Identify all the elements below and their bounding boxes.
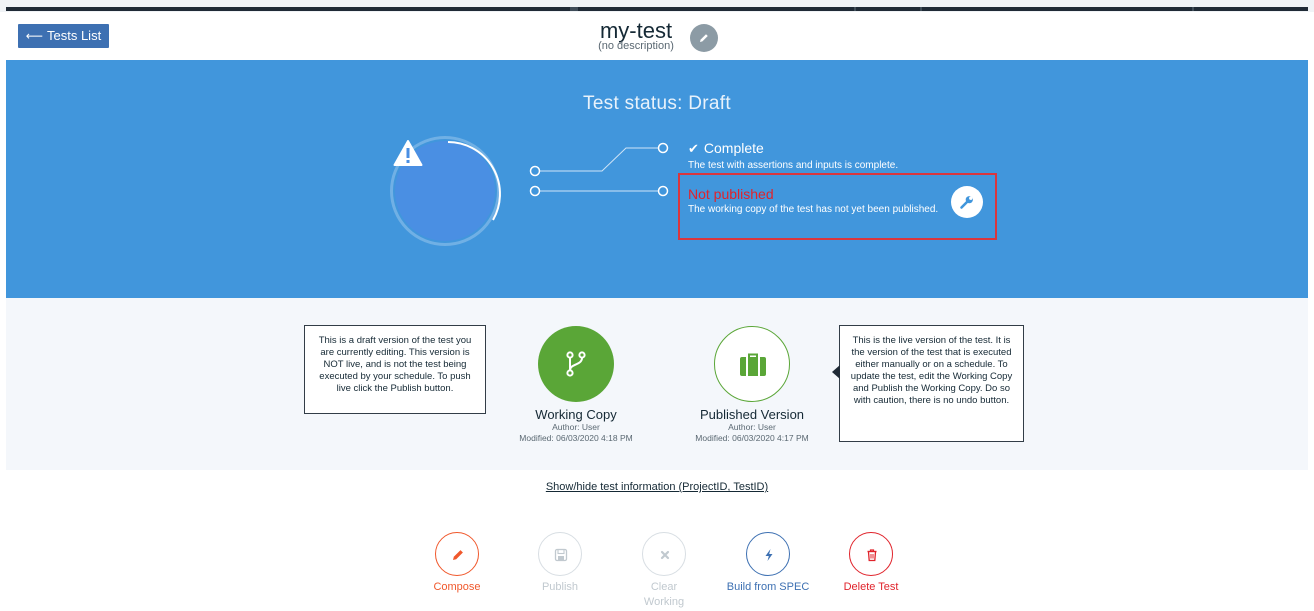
test-info-toggle: Show/hide test information (ProjectID, T… — [6, 481, 1308, 493]
checkmark-icon: ✔ — [688, 142, 699, 157]
save-icon — [554, 548, 568, 562]
published-version-meta: Author: User Modified: 06/03/2020 4:17 P… — [652, 422, 852, 444]
trash-icon — [867, 549, 877, 562]
published-version-title: Published Version — [699, 407, 805, 422]
working-copy-button[interactable] — [538, 326, 614, 402]
page-description: (no description) — [598, 40, 674, 52]
compose-button[interactable] — [435, 532, 479, 576]
not-published-description: The working copy of the test has not yet… — [688, 204, 939, 215]
working-copy-info-note: This is a draft version of the test you … — [304, 325, 486, 414]
published-version-author: Author: User — [728, 422, 776, 432]
status-panel: Test status: Draft ✔ Complete The test wi… — [6, 60, 1308, 298]
top-strip — [0, 0, 1314, 12]
clear-working-copy-button[interactable] — [642, 532, 686, 576]
lightning-icon — [765, 549, 773, 561]
briefcase-icon — [740, 353, 766, 376]
status-connectors — [529, 142, 669, 197]
fix-publish-button[interactable] — [951, 186, 983, 218]
published-version-modified: Modified: 06/03/2020 4:17 PM — [695, 433, 809, 443]
wrench-icon — [960, 196, 973, 209]
back-to-tests-list-button[interactable]: ⟵ Tests List — [18, 24, 109, 48]
page-header: ⟵ Tests List my-test (no description) — [6, 12, 1308, 60]
published-version-info-note: This is the live version of the test. It… — [832, 325, 1024, 442]
close-icon — [660, 550, 670, 560]
delete-test-button[interactable] — [849, 532, 893, 576]
status-step-not-published: Not published The working copy of the te… — [678, 173, 997, 240]
pencil-icon — [453, 550, 463, 560]
not-published-label: Not published — [688, 186, 774, 202]
top-bar-segment — [854, 7, 856, 11]
pencil-icon — [700, 34, 708, 42]
top-progress-bar — [6, 7, 1308, 11]
back-button-label: Tests List — [47, 28, 102, 43]
delete-test-label: Delete Test — [843, 581, 899, 593]
status-step-complete: ✔ Complete The test with assertions and i… — [688, 140, 898, 172]
publish-button[interactable] — [538, 532, 582, 576]
build-from-spec-button[interactable] — [746, 532, 790, 576]
working-copy-meta: Author: User Modified: 06/03/2020 4:18 P… — [476, 422, 676, 444]
compose-label: Compose — [433, 581, 481, 593]
arrow-left-icon: ⟵ — [25, 29, 43, 43]
top-bar-segment — [570, 7, 578, 11]
publish-label: Publish — [541, 581, 579, 593]
working-copy-modified: Modified: 06/03/2020 4:18 PM — [519, 433, 633, 443]
test-info-toggle-link[interactable]: Show/hide test information (ProjectID, T… — [546, 481, 768, 493]
versions-panel: This is a draft version of the test you … — [6, 298, 1308, 470]
working-copy-author: Author: User — [552, 422, 600, 432]
top-bar-segment — [1192, 7, 1194, 11]
branch-icon — [566, 351, 586, 377]
top-bar-segment — [920, 7, 922, 11]
published-version-note-text: This is the live version of the test. It… — [850, 335, 1013, 406]
published-version-button[interactable] — [714, 326, 790, 402]
build-from-spec-label: Build from SPEC — [726, 581, 810, 593]
warning-icon — [393, 140, 423, 166]
status-indicator — [390, 136, 501, 246]
complete-description: The test with assertions and inputs is c… — [688, 160, 899, 171]
note-pointer — [832, 365, 840, 379]
complete-label: Complete — [703, 140, 764, 156]
edit-title-button[interactable] — [690, 24, 718, 52]
working-copy-title: Working Copy — [535, 407, 617, 422]
clear-working-copy-label: Clear Working Copy — [643, 581, 685, 608]
